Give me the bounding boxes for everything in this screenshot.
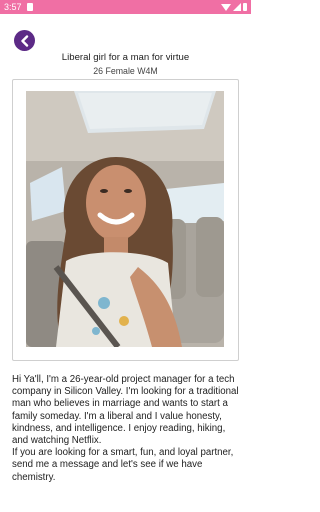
status-time: 3:57 bbox=[4, 2, 22, 12]
bio-text: Hi Ya'll, I'm a 26-year-old project mana… bbox=[12, 374, 241, 484]
back-button[interactable] bbox=[14, 30, 35, 51]
signal-icon bbox=[233, 3, 241, 11]
status-icons bbox=[221, 0, 247, 14]
bio-paragraph: Hi Ya'll, I'm a 26-year-old project mana… bbox=[12, 374, 239, 447]
wifi-icon bbox=[221, 3, 231, 11]
photo-card bbox=[12, 79, 239, 361]
notification-icon bbox=[27, 3, 33, 11]
bio-paragraph: If you are looking for a smart, fun, and… bbox=[12, 447, 234, 483]
battery-icon bbox=[243, 3, 247, 11]
profile-photo[interactable] bbox=[26, 91, 224, 347]
post-title: Liberal girl for a man for virtue bbox=[61, 52, 190, 63]
status-bar: 3:57 bbox=[0, 0, 251, 14]
post-subtitle: 26 Female W4M bbox=[93, 66, 158, 76]
chevron-left-icon bbox=[20, 34, 28, 47]
profile-photo-image bbox=[26, 91, 224, 347]
